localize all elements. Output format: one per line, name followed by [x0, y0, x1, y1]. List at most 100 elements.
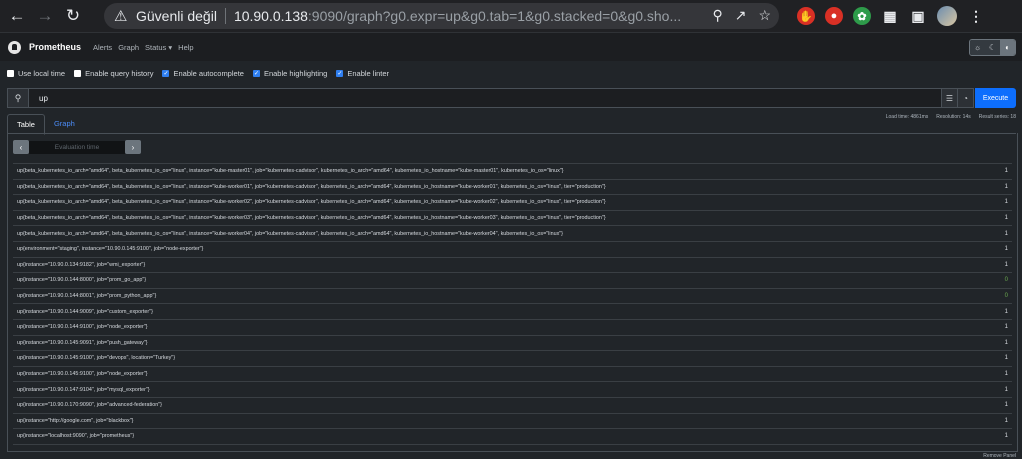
evaluation-time-control: ‹ Evaluation time › [13, 140, 141, 154]
query-options: Use local time Enable query history ✓ Ena… [7, 69, 389, 78]
series-value: 1 [1004, 199, 1008, 206]
series-value: 0 [1004, 293, 1008, 300]
nav-graph[interactable]: Graph [118, 43, 139, 52]
table-row: up{instance="http://google.com", job="bl… [13, 412, 1012, 429]
warning-icon: ⚠ [114, 8, 128, 25]
option-label: Enable autocomplete [173, 69, 244, 78]
option-linter[interactable]: ✓ Enable linter [336, 69, 389, 78]
side-panel-icon[interactable]: ▣ [909, 7, 927, 25]
adblock-extension-icon[interactable]: ✋ [797, 7, 815, 25]
light-theme-icon[interactable]: ☼ [970, 40, 985, 55]
prometheus-logo-icon[interactable] [8, 40, 21, 54]
evernote-extension-icon[interactable]: ✿ [853, 7, 871, 25]
profile-avatar[interactable] [937, 6, 957, 26]
auto-theme-icon[interactable]: ◐ [1000, 40, 1015, 55]
menu-kebab-icon[interactable]: ⋮ [967, 7, 985, 25]
evaluation-time-input[interactable]: Evaluation time [29, 140, 125, 154]
series-value: 1 [1004, 433, 1008, 440]
url-rest: :9090/graph?g0.expr=up&g0.tab=1&g0.stack… [307, 8, 682, 24]
series-labels: up{beta_kubernetes_io_arch="amd64", beta… [17, 199, 606, 206]
option-use-local-time[interactable]: Use local time [7, 69, 65, 78]
series-value: 1 [1004, 215, 1008, 222]
chevron-right-icon[interactable]: › [125, 140, 141, 154]
option-query-history[interactable]: Enable query history [74, 69, 153, 78]
table-row: up{instance="10.90.0.144:8001", job="pro… [13, 287, 1012, 304]
back-arrow-icon[interactable]: ← [6, 5, 28, 27]
query-stats: Load time: 4861ms Resolution: 14s Result… [886, 114, 1016, 120]
checkbox-checked[interactable]: ✓ [252, 70, 260, 77]
option-label: Enable highlighting [263, 69, 328, 78]
table-row: up{instance="10.90.0.134:9182", job="wmi… [13, 256, 1012, 273]
nav-status[interactable]: Status ▾ [145, 43, 172, 52]
share-icon[interactable]: ↗ [735, 7, 747, 24]
series-labels: up{instance="10.90.0.145:9100", job="nod… [17, 371, 148, 378]
forward-arrow-icon[interactable]: → [34, 5, 56, 27]
reload-icon[interactable]: ↻ [62, 5, 84, 27]
execute-button[interactable]: Execute [975, 88, 1016, 108]
option-autocomplete[interactable]: ✓ Enable autocomplete [162, 69, 244, 78]
checkbox[interactable] [7, 70, 14, 77]
series-labels: up{instance="localhost:9090", job="prome… [17, 433, 135, 440]
url-text[interactable]: 10.90.0.138:9090/graph?g0.expr=up&g0.tab… [234, 8, 694, 24]
security-label: Güvenli değil [136, 8, 217, 24]
expression-input[interactable]: up [29, 88, 942, 108]
series-labels: up{instance="10.90.0.170:9090", job="adv… [17, 402, 162, 409]
series-value: 1 [1004, 339, 1008, 346]
series-value: 1 [1004, 261, 1008, 268]
panel-tabs: Table Graph [7, 114, 84, 135]
checkbox-checked[interactable]: ✓ [162, 70, 170, 77]
table-row: up{instance="10.90.0.144:8000", job="pro… [13, 272, 1012, 288]
remove-panel-link[interactable]: Remove Panel [983, 453, 1016, 459]
nav-alerts[interactable]: Alerts [93, 43, 112, 52]
address-bar[interactable]: ⚠ Güvenli değil 10.90.0.138:9090/graph?g… [104, 3, 779, 29]
checkbox-checked[interactable]: ✓ [336, 70, 344, 77]
zoom-icon[interactable]: ⚲ [712, 7, 722, 24]
series-labels: up{instance="10.90.0.144:8001", job="pro… [17, 293, 157, 300]
series-labels: up{beta_kubernetes_io_arch="amd64", beta… [17, 168, 564, 175]
series-value: 0 [1004, 277, 1008, 284]
extensions-puzzle-icon[interactable]: ▦ [881, 7, 899, 25]
address-divider [224, 8, 226, 24]
resolution: Resolution: 14s [936, 114, 971, 120]
chevron-left-icon[interactable]: ‹ [13, 140, 29, 154]
history-icon[interactable]: ◔ [958, 88, 974, 108]
series-value: 1 [1004, 308, 1008, 315]
dark-theme-icon[interactable]: ☾ [985, 40, 1000, 55]
series-value: 1 [1004, 355, 1008, 362]
checkbox[interactable] [74, 70, 82, 77]
series-value: 1 [1004, 246, 1008, 253]
tab-graph[interactable]: Graph [45, 114, 84, 133]
table-row: up{beta_kubernetes_io_arch="amd64", beta… [13, 225, 1012, 241]
table-row: up{instance="10.90.0.170:9090", job="adv… [13, 396, 1012, 413]
tab-table[interactable]: Table [7, 114, 45, 135]
table-row: up{instance="10.90.0.144:9100", job="nod… [13, 318, 1012, 335]
table-row: up{beta_kubernetes_io_arch="amd64", beta… [13, 178, 1012, 195]
option-label: Enable query history [85, 69, 154, 78]
table-row: up{beta_kubernetes_io_arch="amd64", beta… [13, 209, 1012, 226]
results-table: up{beta_kubernetes_io_arch="amd64", beta… [13, 163, 1012, 445]
series-labels: up{instance="10.90.0.144:9009", job="cus… [17, 308, 153, 315]
bookmark-star-icon[interactable]: ☆ [758, 7, 771, 24]
series-value: 1 [1004, 230, 1008, 237]
brand-title[interactable]: Prometheus [29, 42, 81, 52]
table-row: up{instance="10.90.0.145:9100", job="dev… [13, 350, 1012, 366]
result-series: Result series: 18 [978, 114, 1016, 120]
metrics-explorer-icon[interactable]: ☰ [942, 88, 958, 108]
series-value: 1 [1004, 417, 1008, 424]
theme-toggle: ☼ ☾ ◐ [969, 39, 1016, 56]
series-labels: up{environment="staging", instance="10.9… [17, 246, 204, 253]
series-labels: up{beta_kubernetes_io_arch="amd64", beta… [17, 230, 563, 237]
series-labels: up{instance="http://google.com", job="bl… [17, 417, 134, 424]
table-row: up{instance="10.90.0.144:9009", job="cus… [13, 303, 1012, 319]
browser-toolbar: ← → ↻ ⚠ Güvenli değil 10.90.0.138:9090/g… [0, 0, 1022, 32]
option-highlighting[interactable]: ✓ Enable highlighting [252, 69, 328, 78]
expression-bar: ⚲ up ☰ ◔ Execute [7, 88, 1016, 108]
table-row: up{instance="10.90.0.147:9104", job="mys… [13, 381, 1012, 397]
series-labels: up{instance="10.90.0.147:9104", job="mys… [17, 386, 150, 393]
series-labels: up{instance="10.90.0.144:9100", job="nod… [17, 324, 148, 331]
option-label: Enable linter [347, 69, 390, 78]
table-row: up{environment="staging", instance="10.9… [13, 240, 1012, 257]
record-extension-icon[interactable]: ● [825, 7, 843, 25]
table-row: up{instance="10.90.0.145:9091", job="pus… [13, 334, 1012, 351]
nav-help[interactable]: Help [178, 43, 193, 52]
